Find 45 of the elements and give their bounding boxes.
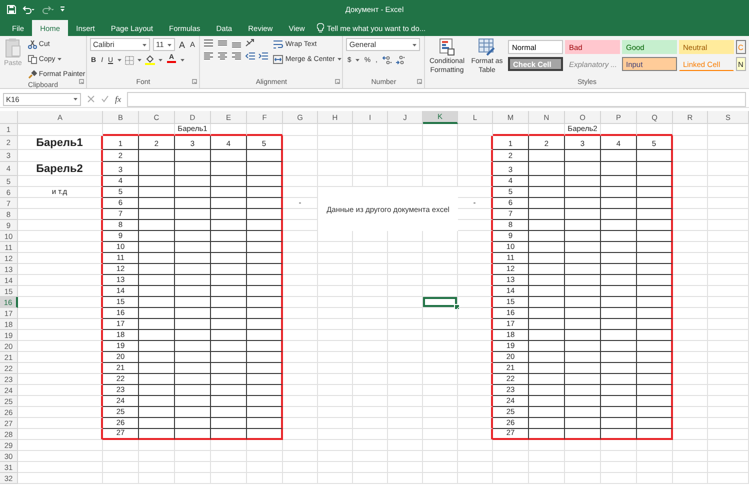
copy-icon — [28, 54, 37, 64]
top-align-icon — [203, 38, 214, 48]
undo-icon — [22, 4, 35, 14]
caret-icon — [137, 58, 142, 62]
merge-cells-icon — [273, 54, 284, 64]
grow-font-button[interactable]: A — [178, 38, 186, 50]
cancel-icon — [87, 95, 95, 103]
middle-align-icon — [217, 38, 228, 48]
save-icon — [7, 4, 16, 14]
align-center-icon — [217, 51, 228, 61]
paintbrush-icon — [28, 70, 37, 78]
insert-function-button[interactable]: fx — [115, 94, 122, 104]
caret-icon — [73, 97, 78, 101]
align-right-icon — [231, 51, 242, 61]
dialog-launcher-icon — [417, 79, 422, 84]
table-cell[interactable]: Барель1 — [18, 136, 103, 150]
caret-icon — [355, 58, 360, 62]
formula-input[interactable] — [127, 92, 746, 106]
dialog-launcher-icon — [192, 79, 198, 84]
caret-icon — [117, 58, 122, 62]
redo-icon — [41, 4, 54, 14]
decrease-decimal-icon — [394, 55, 404, 65]
wrap-text-icon — [273, 40, 284, 48]
table-cell[interactable]: Барель2 — [18, 162, 103, 176]
customize-toolbar-icon — [60, 6, 65, 12]
caret-icon — [158, 58, 164, 62]
increase-indent-icon — [258, 51, 268, 61]
decrease-indent-icon — [245, 51, 256, 61]
scissors-icon — [28, 40, 37, 48]
dialog-launcher-icon — [79, 79, 84, 84]
borders-icon — [125, 56, 134, 64]
active-cell[interactable] — [423, 297, 458, 308]
caret-icon — [142, 42, 147, 46]
fill-color-icon — [145, 55, 156, 65]
lightbulb-icon — [316, 23, 324, 33]
caret-icon — [167, 42, 172, 46]
dialog-launcher-icon — [335, 79, 340, 84]
caret-icon — [412, 42, 418, 46]
enter-icon — [101, 95, 109, 103]
caret-icon — [336, 57, 342, 61]
caret-icon — [57, 57, 62, 61]
caret-icon — [180, 58, 186, 62]
increase-decimal-icon — [382, 55, 392, 65]
table-format-icon — [478, 38, 496, 56]
align-left-icon — [203, 51, 214, 61]
